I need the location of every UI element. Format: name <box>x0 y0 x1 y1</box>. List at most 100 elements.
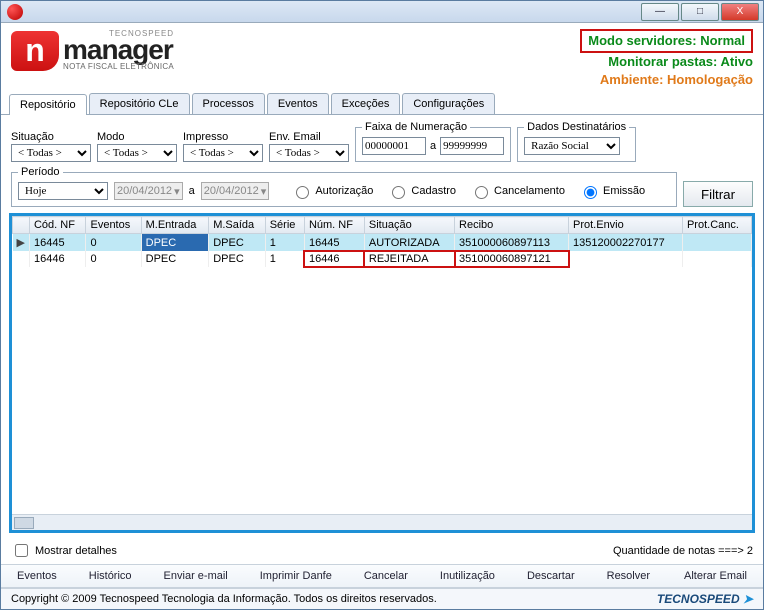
col-serie[interactable]: Série <box>265 217 304 234</box>
col-eventos[interactable]: Eventos <box>86 217 141 234</box>
cell-cod: 16445 <box>29 234 86 252</box>
col-recibo[interactable]: Recibo <box>455 217 569 234</box>
dest-fieldset: Dados Destinatários Razão Social <box>517 121 636 162</box>
scroll-thumb[interactable] <box>14 517 34 529</box>
app-logo: n TECNOSPEED manager NOTA FISCAL ELETRÔN… <box>11 29 174 71</box>
titlebar: — □ X <box>1 1 763 23</box>
minimize-button[interactable]: — <box>641 3 679 21</box>
periodo-range-select[interactable]: Hoje <box>18 182 108 200</box>
periodo-legend: Período <box>18 166 63 178</box>
action-historico[interactable]: Histórico <box>73 565 148 587</box>
situacao-select[interactable]: < Todas > <box>11 144 91 162</box>
mostrar-detalhes-checkbox[interactable]: Mostrar detalhes <box>11 541 117 560</box>
tab-repositorio[interactable]: Repositório <box>9 94 87 115</box>
status-ambiente: Ambiente: Homologação <box>580 71 753 89</box>
close-button[interactable]: X <box>721 3 759 21</box>
filtrar-button[interactable]: Filtrar <box>683 181 753 207</box>
faixa-from-input[interactable] <box>362 137 426 155</box>
col-prot-canc[interactable]: Prot.Canc. <box>682 217 751 234</box>
maximize-button[interactable]: □ <box>681 3 719 21</box>
col-num-nf[interactable]: Núm. NF <box>304 217 364 234</box>
col-entrada[interactable]: M.Entrada <box>141 217 209 234</box>
status-monitorar: Monitorar pastas: Ativo <box>580 53 753 71</box>
copyright-text: Copyright © 2009 Tecnospeed Tecnologia d… <box>11 593 437 605</box>
periodo-fieldset: Período Hoje 20/04/2012▾ a 20/04/2012▾ A… <box>11 166 677 207</box>
action-enviar-email[interactable]: Enviar e-mail <box>148 565 244 587</box>
status-box: Modo servidores: Normal Monitorar pastas… <box>580 29 753 89</box>
periodo-to-date[interactable]: 20/04/2012▾ <box>201 182 270 200</box>
cell-saida: DPEC <box>209 234 266 252</box>
grid-header-row: Cód. NF Eventos M.Entrada M.Saída Série … <box>13 217 752 234</box>
col-situacao[interactable]: Situação <box>364 217 454 234</box>
logo-mark: n <box>11 31 59 71</box>
cell-eventos: 0 <box>86 234 141 252</box>
cell-protcanc <box>682 251 751 267</box>
periodo-from-date[interactable]: 20/04/2012▾ <box>114 182 183 200</box>
cell-protcanc <box>682 234 751 252</box>
cell-situacao: AUTORIZADA <box>364 234 454 252</box>
col-cod-nf[interactable]: Cód. NF <box>29 217 86 234</box>
situacao-label: Situação <box>11 131 91 143</box>
col-arrow[interactable] <box>13 217 30 234</box>
results-grid-wrap: Cód. NF Eventos M.Entrada M.Saída Série … <box>9 213 755 533</box>
action-resolver[interactable]: Resolver <box>591 565 666 587</box>
cell-entrada: DPEC <box>141 251 209 267</box>
cell-num: 16446 <box>304 251 364 267</box>
dest-legend: Dados Destinatários <box>524 121 629 133</box>
action-imprimir-danfe[interactable]: Imprimir Danfe <box>244 565 348 587</box>
bottom-row: Mostrar detalhes Quantidade de notas ===… <box>1 537 763 564</box>
periodo-date-sep: a <box>189 185 195 197</box>
tecnospeed-logo: TECNOSPEED ➤ <box>657 592 753 606</box>
action-alterar-email[interactable]: Alterar Email <box>668 565 763 587</box>
faixa-legend: Faixa de Numeração <box>362 121 470 133</box>
main-tabs: Repositório Repositório CLe Processos Ev… <box>1 93 763 115</box>
tab-processos[interactable]: Processos <box>192 93 265 114</box>
app-window: — □ X n TECNOSPEED manager NOTA FISCAL E… <box>0 0 764 610</box>
impresso-label: Impresso <box>183 131 263 143</box>
tab-configuracoes[interactable]: Configurações <box>402 93 495 114</box>
cell-cod: 16446 <box>29 251 86 267</box>
impresso-select[interactable]: < Todas > <box>183 144 263 162</box>
cell-protenvio: 135120002270177 <box>569 234 683 252</box>
filter-panel: Situação < Todas > Modo < Todas > Impres… <box>1 115 763 209</box>
envemail-label: Env. Email <box>269 131 349 143</box>
tab-repositorio-cle[interactable]: Repositório CLe <box>89 93 190 114</box>
col-prot-envio[interactable]: Prot.Envio <box>569 217 683 234</box>
dest-select[interactable]: Razão Social <box>524 137 620 155</box>
modo-label: Modo <box>97 131 177 143</box>
action-descartar[interactable]: Descartar <box>511 565 591 587</box>
header: n TECNOSPEED manager NOTA FISCAL ELETRÔN… <box>1 23 763 93</box>
radio-autorizacao[interactable]: Autorização <box>291 183 373 199</box>
action-eventos[interactable]: Eventos <box>1 565 73 587</box>
cell-recibo: 351000060897113 <box>455 234 569 252</box>
grid-horizontal-scrollbar[interactable] <box>12 514 752 530</box>
faixa-sep: a <box>430 140 436 152</box>
faixa-to-input[interactable] <box>440 137 504 155</box>
quantidade-notas: Quantidade de notas ===> 2 <box>613 545 753 557</box>
col-saida[interactable]: M.Saída <box>209 217 266 234</box>
tab-excecoes[interactable]: Exceções <box>331 93 401 114</box>
row-indicator <box>13 251 30 267</box>
cell-eventos: 0 <box>86 251 141 267</box>
radio-emissao[interactable]: Emissão <box>579 183 645 199</box>
cell-recibo: 351000060897121 <box>455 251 569 267</box>
faixa-fieldset: Faixa de Numeração a <box>355 121 511 162</box>
action-inutilizacao[interactable]: Inutilização <box>424 565 511 587</box>
logo-title: manager <box>63 38 174 62</box>
envemail-select[interactable]: < Todas > <box>269 144 349 162</box>
cell-saida: DPEC <box>209 251 266 267</box>
modo-select[interactable]: < Todas > <box>97 144 177 162</box>
action-cancelar[interactable]: Cancelar <box>348 565 424 587</box>
row-indicator: ▶ <box>13 234 30 252</box>
cell-entrada: DPEC <box>141 234 209 252</box>
table-row[interactable]: ▶ 16445 0 DPEC DPEC 1 16445 AUTORIZADA 3… <box>13 234 752 252</box>
radio-cancelamento[interactable]: Cancelamento <box>470 183 565 199</box>
status-servidores: Modo servidores: Normal <box>580 29 753 53</box>
tab-eventos[interactable]: Eventos <box>267 93 329 114</box>
radio-cadastro[interactable]: Cadastro <box>387 183 456 199</box>
cell-situacao: REJEITADA <box>364 251 454 267</box>
table-row[interactable]: 16446 0 DPEC DPEC 1 16446 REJEITADA 3510… <box>13 251 752 267</box>
results-grid[interactable]: Cód. NF Eventos M.Entrada M.Saída Série … <box>12 216 752 514</box>
cell-serie: 1 <box>265 251 304 267</box>
app-icon <box>7 4 23 20</box>
